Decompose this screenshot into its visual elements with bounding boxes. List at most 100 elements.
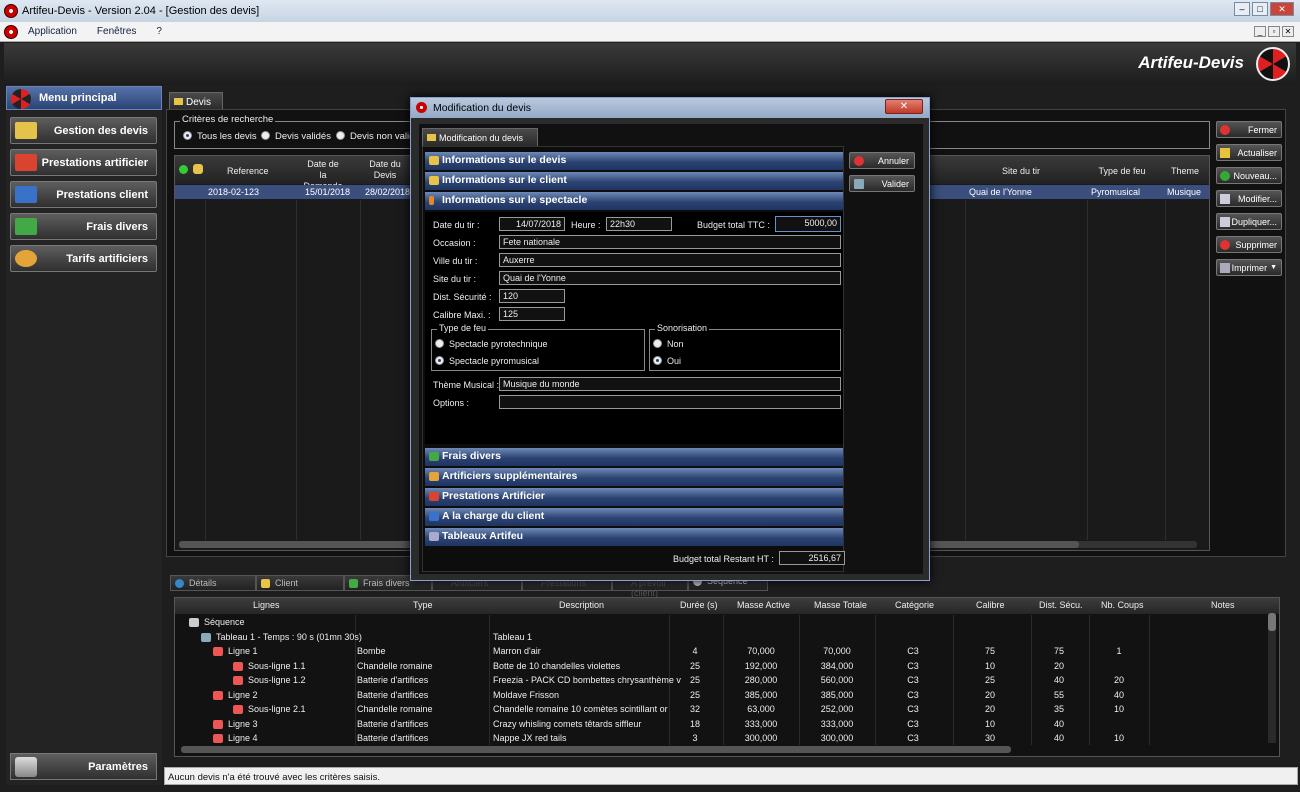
mdi-close-button[interactable]: ✕ [1282, 26, 1294, 37]
radio-icon [653, 339, 662, 348]
tree-row[interactable]: Sous-ligne 1.2 Batterie d'artifices Freezi… [175, 674, 1269, 688]
occasion-field[interactable]: Fete nationale [499, 235, 841, 249]
col-masse-totale[interactable]: Masse Totale [814, 600, 867, 614]
menu-help[interactable]: ? [156, 26, 162, 37]
window-title-bar: Artifeu-Devis - Version 2.04 - [Gestion … [0, 0, 1300, 22]
actualiser-button[interactable]: Actualiser [1216, 144, 1282, 161]
col-type[interactable]: Type [413, 600, 433, 614]
tree-row[interactable]: Ligne 1 Bombe Marron d'air 4 70,000 70,000 C3 7… [175, 645, 1269, 659]
dupliquer-button[interactable]: Dupliquer... [1216, 213, 1282, 230]
tree-scrollbar[interactable] [181, 746, 1011, 753]
sidebar-item-gestion-devis[interactable]: Gestion des devis [10, 117, 157, 144]
tools-icon [15, 757, 37, 777]
section-artificiers-supplementaires[interactable]: Artificiers supplémentaires [425, 468, 843, 486]
valider-button[interactable]: Valider [849, 175, 915, 192]
col-nb-coups[interactable]: Nb. Coups [1101, 600, 1144, 614]
col-duree[interactable]: Durée (s) [680, 600, 718, 614]
section-frais-divers[interactable]: Frais divers [425, 448, 843, 466]
typefeu-option-pyromusical[interactable]: Spectacle pyromusical [435, 356, 539, 366]
col-type[interactable]: Type de feu [1097, 166, 1147, 177]
tab-client[interactable]: Client [256, 575, 344, 591]
tree-row[interactable]: Ligne 3 Batterie d'artifices Crazy whislin… [175, 718, 1269, 732]
col-lignes[interactable]: Lignes [253, 600, 280, 614]
supprimer-button[interactable]: Supprimer [1216, 236, 1282, 253]
tree-cell-ligne: Tableau 1 - Temps : 90 s (01mn 30s) [216, 631, 362, 642]
dialog-close-button[interactable]: ✕ [885, 99, 923, 114]
sono-option-non[interactable]: Non [653, 339, 684, 349]
section-tableaux-artifeu[interactable]: Tableaux Artifeu [425, 528, 843, 546]
col-masse-active[interactable]: Masse Active [737, 600, 790, 614]
radio-icon [435, 356, 444, 365]
col-theme[interactable]: Theme [1170, 166, 1200, 177]
col-calibre[interactable]: Calibre [976, 600, 1005, 614]
fermer-button[interactable]: Fermer [1216, 121, 1282, 138]
tab-devis[interactable]: Devis [169, 92, 223, 110]
options-field[interactable] [499, 395, 841, 409]
modifier-button[interactable]: Modifier... [1216, 190, 1282, 207]
calibre-field[interactable]: 125 [499, 307, 565, 321]
tree-row[interactable]: Tableau 1 - Temps : 90 s (01mn 30s) Table… [175, 631, 1269, 645]
firework-icon [233, 661, 243, 671]
mdi-restore-button[interactable]: ▫ [1268, 26, 1280, 37]
sidebar-item-prestations-artificier[interactable]: Prestations artificier [10, 149, 157, 176]
imprimer-button[interactable]: Imprimer ▼ [1216, 259, 1282, 276]
tree-row[interactable]: Séquence [175, 616, 1269, 630]
ville-field[interactable]: Auxerre [499, 253, 841, 267]
col-site[interactable]: Site du tir [1001, 166, 1041, 177]
sono-option-oui[interactable]: Oui [653, 356, 681, 366]
tree-row[interactable]: Sous-ligne 1.1 Chandelle romaine Botte de … [175, 660, 1269, 674]
tree-row[interactable]: Ligne 2 Batterie d'artifices Moldave Friss… [175, 689, 1269, 703]
dialog-tab[interactable]: Modification du devis [422, 128, 538, 146]
col-notes[interactable]: Notes [1211, 600, 1235, 614]
sidebar-item-frais-divers[interactable]: Frais divers [10, 213, 157, 240]
sidebar-item-prestations-client[interactable]: Prestations client [10, 181, 157, 208]
main-menu-icon [11, 89, 31, 109]
col-dist-secu[interactable]: Dist. Sécu. [1039, 600, 1083, 614]
col-date-devis[interactable]: Date du Devis [365, 159, 405, 181]
budget-field[interactable]: 5000,00 [775, 216, 841, 232]
section-a-la-charge-client[interactable]: A la charge du client [425, 508, 843, 526]
tree-row[interactable]: Ligne 4 Batterie d'artifices Nappe JX red … [175, 732, 1269, 746]
mdi-minimize-button[interactable]: _ [1254, 26, 1266, 37]
site-field[interactable]: Quai de l'Yonne [499, 271, 841, 285]
tab-label: Frais divers [363, 578, 410, 588]
dist-field[interactable]: 120 [499, 289, 565, 303]
nouveau-button[interactable]: Nouveau... [1216, 167, 1282, 184]
annuler-button[interactable]: Annuler [849, 152, 915, 169]
button-label: Nouveau... [1233, 170, 1277, 181]
col-reference[interactable]: Reference [227, 166, 269, 177]
section-label: Tableaux Artifeu [442, 530, 524, 542]
criteria-option-all[interactable]: Tous les devis [183, 131, 257, 142]
radio-icon [653, 356, 662, 365]
section-informations-devis[interactable]: Informations sur le devis [425, 152, 843, 170]
book-icon [15, 154, 37, 171]
sidebar-item-tarifs-artificiers[interactable]: Tarifs artificiers [10, 245, 157, 272]
section-informations-client[interactable]: Informations sur le client [425, 172, 843, 190]
criteria-option-validated[interactable]: Devis validés [261, 131, 331, 142]
menu-fenetres[interactable]: Fenêtres [97, 26, 136, 37]
heure-field[interactable]: 22h30 [606, 217, 672, 231]
tree-row[interactable]: Sous-ligne 2.1 Chandelle romaine Chandelle… [175, 703, 1269, 717]
window-title: Artifeu-Devis - Version 2.04 - [Gestion … [22, 5, 260, 17]
tab-details[interactable]: Détails [170, 575, 256, 591]
theme-field[interactable]: Musique du monde [499, 377, 841, 391]
menu-application[interactable]: Application [28, 26, 77, 37]
tree-cell-dist: 55 [1053, 689, 1065, 700]
criteria-option-not-validated[interactable]: Devis non validé [336, 131, 420, 142]
minimize-button[interactable]: – [1234, 2, 1250, 16]
app-menu-icon[interactable] [4, 24, 18, 39]
tree-vscrollbar[interactable] [1268, 613, 1276, 743]
col-categorie[interactable]: Catégorie [895, 600, 934, 614]
section-informations-spectacle[interactable]: Informations sur le spectacle [425, 192, 843, 210]
maximize-button[interactable]: □ [1252, 2, 1268, 16]
sequence-tree[interactable]: Lignes Type Description Durée (s) Masse … [174, 597, 1280, 757]
date-field[interactable]: 14/07/2018 [499, 217, 565, 231]
col-description[interactable]: Description [559, 600, 604, 614]
close-button[interactable]: ✕ [1270, 2, 1294, 16]
budget-label: Budget total TTC : [697, 220, 770, 230]
book-icon [429, 492, 439, 501]
section-prestations-artificier[interactable]: Prestations Artificier [425, 488, 843, 506]
book-icon [429, 512, 439, 521]
typefeu-option-pyrotechnique[interactable]: Spectacle pyrotechnique [435, 339, 548, 349]
parametres-button[interactable]: Paramètres [10, 753, 157, 780]
